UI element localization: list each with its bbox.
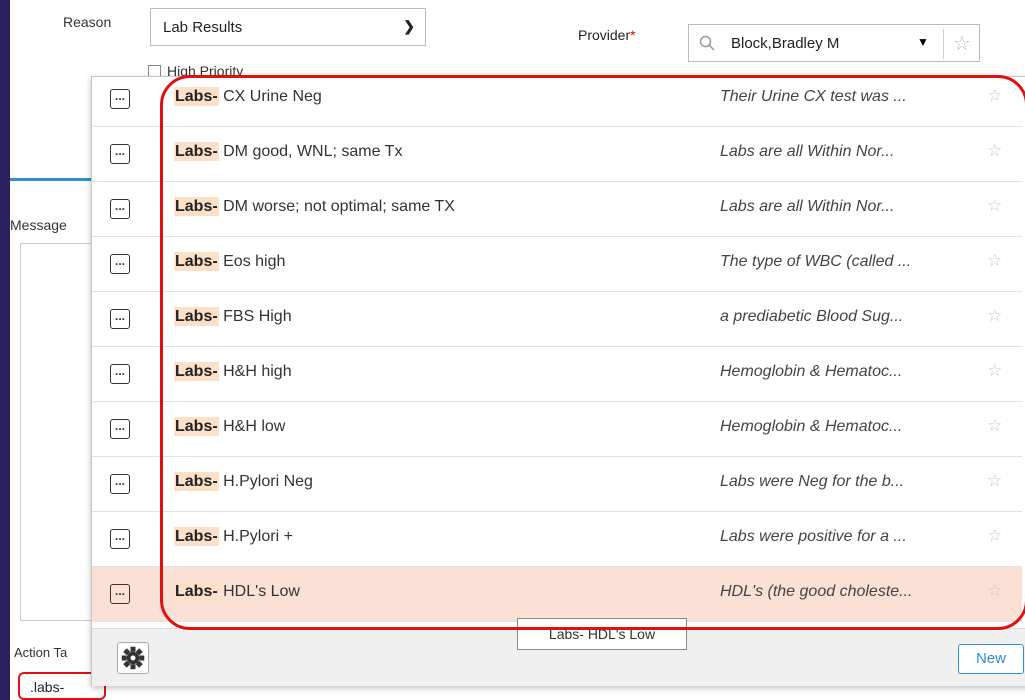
favorite-star-icon[interactable]: ☆: [987, 471, 1002, 491]
macro-prefix: Labs-: [174, 87, 219, 106]
macro-description: HDL's (the good choleste...: [720, 583, 913, 600]
macro-description: The type of WBC (called ...: [720, 253, 912, 270]
provider-label: Provider*: [578, 27, 636, 43]
caret-down-icon[interactable]: ▼: [917, 35, 929, 49]
section-divider: [10, 178, 100, 181]
macro-row[interactable]: ... Labs- HDL's Low HDL's (the good choles…: [92, 567, 1022, 622]
macro-description: Hemoglobin & Hematoc...: [720, 363, 903, 380]
divider: [943, 29, 944, 59]
macro-title: Labs- FBS High: [174, 307, 292, 326]
reason-select[interactable]: Lab Results ❯: [150, 8, 426, 46]
macro-name: Eos high: [223, 253, 286, 270]
message-label: Message: [10, 217, 67, 233]
more-options-icon[interactable]: ...: [110, 474, 130, 494]
message-form-window: Reason Lab Results ❯ Provider* Block,Bra…: [10, 0, 1025, 700]
reason-value: Lab Results: [163, 19, 243, 36]
macro-row[interactable]: ... Labs- H&H high Hemoglobin & Hematoc...…: [92, 347, 1022, 402]
action-taken-label: Action Ta: [14, 645, 68, 660]
macro-row[interactable]: ... Labs- H&H low Hemoglobin & Hematoc... ☆: [92, 402, 1022, 457]
settings-button[interactable]: [117, 642, 149, 674]
required-marker: *: [630, 27, 636, 43]
macro-prefix: Labs-: [174, 527, 219, 546]
favorite-star-icon[interactable]: ☆: [987, 86, 1002, 106]
macro-row[interactable]: ... Labs- FBS High a prediabetic Blood Sug…: [92, 292, 1022, 347]
favorite-star-icon[interactable]: ☆: [987, 361, 1002, 381]
hover-tooltip: Labs- HDL's Low: [517, 618, 687, 650]
macro-name: FBS High: [223, 308, 292, 325]
macro-prefix: Labs-: [174, 582, 219, 601]
macro-description: Labs are all Within Nor...: [720, 198, 895, 215]
more-options-icon[interactable]: ...: [110, 309, 130, 329]
new-button[interactable]: New: [958, 644, 1024, 674]
more-options-icon[interactable]: ...: [110, 199, 130, 219]
more-options-icon[interactable]: ...: [110, 364, 130, 384]
macro-title: Labs- H.Pylori Neg: [174, 472, 313, 491]
macro-title: Labs- DM worse; not optimal; same TX: [174, 197, 455, 216]
macro-row[interactable]: ... Labs- DM good, WNL; same Tx Labs are a…: [92, 127, 1022, 182]
favorite-star-icon[interactable]: ☆: [953, 31, 971, 56]
favorite-star-icon[interactable]: ☆: [987, 306, 1002, 326]
favorite-star-icon[interactable]: ☆: [987, 416, 1002, 436]
macro-name: CX Urine Neg: [223, 88, 322, 105]
macro-name: H.Pylori Neg: [223, 473, 313, 490]
macro-title: Labs- DM good, WNL; same Tx: [174, 142, 403, 161]
macro-title: Labs- HDL's Low: [174, 582, 300, 601]
favorite-star-icon[interactable]: ☆: [987, 526, 1002, 546]
favorite-star-icon[interactable]: ☆: [987, 251, 1002, 271]
macro-prefix: Labs-: [174, 142, 219, 161]
provider-field[interactable]: Block,Bradley M ▼ ☆: [688, 24, 980, 62]
macro-prefix: Labs-: [174, 197, 219, 216]
macro-title: Labs- H.Pylori +: [174, 527, 293, 546]
more-options-icon[interactable]: ...: [110, 89, 130, 109]
macro-prefix: Labs-: [174, 417, 219, 436]
macro-name: H.Pylori +: [223, 528, 293, 545]
search-icon: [699, 35, 715, 51]
macro-prefix: Labs-: [174, 472, 219, 491]
macro-name: HDL's Low: [223, 583, 300, 600]
chevron-down-icon: ❯: [403, 18, 415, 34]
macro-name: H&H low: [223, 418, 286, 435]
macro-description: Labs were positive for a ...: [720, 528, 907, 545]
macro-title: Labs- H&H low: [174, 417, 286, 436]
macro-description: Labs are all Within Nor...: [720, 143, 895, 160]
macro-description: Their Urine CX test was ...: [720, 88, 907, 105]
provider-label-text: Provider: [578, 27, 631, 43]
macro-row[interactable]: ... Labs- H.Pylori Neg Labs were Neg for t…: [92, 457, 1022, 512]
macro-row[interactable]: ... Labs- H.Pylori + Labs were positive fo…: [92, 512, 1022, 567]
more-options-icon[interactable]: ...: [110, 144, 130, 164]
macro-row[interactable]: ... Labs- Eos high The type of WBC (called…: [92, 237, 1022, 292]
favorite-star-icon[interactable]: ☆: [987, 196, 1002, 216]
macro-row[interactable]: ... Labs- DM worse; not optimal; same TX L…: [92, 182, 1022, 237]
macro-title: Labs- H&H high: [174, 362, 292, 381]
more-options-icon[interactable]: ...: [110, 419, 130, 439]
macro-prefix: Labs-: [174, 252, 219, 271]
favorite-star-icon[interactable]: ☆: [987, 141, 1002, 161]
more-options-icon[interactable]: ...: [110, 254, 130, 274]
macro-name: DM good, WNL; same Tx: [223, 143, 403, 160]
provider-value: Block,Bradley M: [731, 35, 840, 52]
macro-prefix: Labs-: [174, 362, 219, 381]
macro-row[interactable]: ... Labs- CX Urine Neg Their Urine CX test…: [92, 72, 1022, 127]
macro-description: a prediabetic Blood Sug...: [720, 308, 904, 325]
more-options-icon[interactable]: ...: [110, 529, 130, 549]
macro-description: Hemoglobin & Hematoc...: [720, 418, 903, 435]
macro-title: Labs- CX Urine Neg: [174, 87, 322, 106]
macro-dropdown: ... Labs- CX Urine Neg Their Urine CX test…: [91, 76, 1025, 686]
macro-description: Labs were Neg for the b...: [720, 473, 905, 490]
more-options-icon[interactable]: ...: [110, 584, 130, 604]
gear-icon: [121, 646, 145, 670]
macro-prefix: Labs-: [174, 307, 219, 326]
macro-name: DM worse; not optimal; same TX: [223, 198, 455, 215]
favorite-star-icon[interactable]: ☆: [987, 581, 1002, 601]
macro-name: H&H high: [223, 363, 292, 380]
reason-label: Reason: [63, 14, 112, 30]
macro-title: Labs- Eos high: [174, 252, 286, 271]
